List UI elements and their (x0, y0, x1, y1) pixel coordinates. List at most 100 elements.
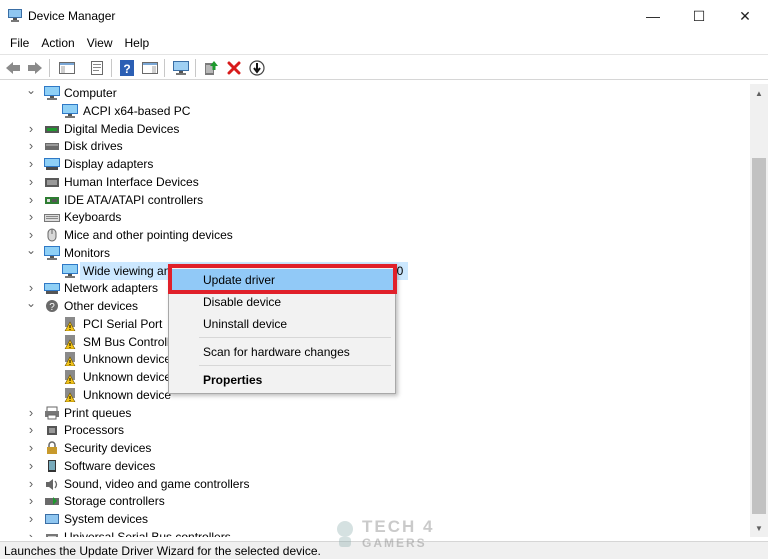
expand-chevron-icon[interactable]: › (26, 477, 36, 490)
expand-chevron-icon[interactable]: › (26, 494, 36, 507)
expand-chevron-icon[interactable]: › (26, 228, 36, 241)
tree-row[interactable]: › Storage controllers (0, 492, 750, 510)
watermark-line2: GAMERS (362, 536, 427, 550)
menu-help[interactable]: Help (119, 36, 156, 50)
tree-row[interactable]: › Print queues (0, 404, 750, 422)
tree-row[interactable]: › Disk drives (0, 137, 750, 155)
collapse-chevron-icon[interactable]: ⌄ (26, 84, 36, 99)
expand-chevron-icon[interactable]: › (26, 122, 36, 135)
svg-text:?: ? (49, 302, 55, 313)
tree-row-label: Digital Media Devices (64, 121, 180, 136)
scroll-up-arrow-icon[interactable]: ▲ (750, 84, 768, 102)
menu-separator (199, 337, 391, 338)
security-device-icon (47, 441, 57, 454)
minimize-button[interactable]: — (630, 0, 676, 32)
tree-row[interactable]: ACPI x64-based PC (0, 102, 750, 120)
scan-hardware-icon[interactable] (172, 59, 190, 77)
toolbar-separator (164, 59, 165, 77)
warning-device-icon (64, 316, 76, 331)
menu-item-disable-device[interactable]: Disable device (171, 291, 393, 313)
scroll-down-arrow-icon[interactable]: ▼ (750, 519, 768, 537)
expand-chevron-icon[interactable]: › (26, 281, 36, 294)
tree-row[interactable]: ⌄ Computer (0, 84, 750, 102)
toolbar-separator (195, 59, 196, 77)
action-pane-icon[interactable] (141, 59, 159, 77)
mouse-icon (47, 228, 57, 242)
keyboard-icon (44, 214, 60, 223)
monitor-icon (44, 245, 60, 260)
tree-row[interactable]: ⌄ Monitors (0, 244, 750, 262)
expand-chevron-icon[interactable]: › (26, 139, 36, 152)
uninstall-icon[interactable] (225, 59, 243, 77)
menu-item-uninstall-device[interactable]: Uninstall device (171, 313, 393, 335)
annotation-highlight-box (168, 264, 397, 294)
network-adapter-icon (44, 283, 60, 295)
warning-device-icon (64, 334, 76, 349)
expand-chevron-icon[interactable]: › (26, 459, 36, 472)
expand-chevron-icon[interactable]: › (26, 512, 36, 525)
collapse-chevron-icon[interactable]: ⌄ (26, 244, 36, 259)
watermark-line1: TECH 4 (362, 517, 435, 536)
sound-icon (46, 478, 58, 490)
tree-row-label: Software devices (64, 458, 156, 473)
show-hide-console-tree-icon[interactable] (58, 59, 76, 77)
toolbar-separator (111, 59, 112, 77)
storage-controller-icon (45, 497, 59, 506)
maximize-button[interactable]: ☐ (676, 0, 722, 32)
properties-icon[interactable] (88, 59, 106, 77)
menu-bar: File Action View Help (0, 32, 768, 54)
expand-chevron-icon[interactable]: › (26, 210, 36, 223)
expand-chevron-icon[interactable]: › (26, 193, 36, 206)
tree-row[interactable]: › Software devices (0, 457, 750, 475)
tree-row[interactable]: › Sound, video and game controllers (0, 475, 750, 493)
back-icon[interactable] (4, 59, 22, 77)
expand-chevron-icon[interactable]: › (26, 441, 36, 454)
tree-row[interactable]: › Human Interface Devices (0, 173, 750, 191)
warning-device-icon (64, 370, 76, 384)
expand-chevron-icon[interactable]: › (26, 530, 36, 537)
update-driver-icon[interactable] (202, 59, 220, 77)
tree-row-label: Wide viewing an (83, 263, 171, 278)
computer-icon (44, 86, 60, 100)
tree-row-label: Security devices (64, 441, 152, 455)
tree-row[interactable]: › Mice and other pointing devices (0, 226, 750, 244)
tree-row-label: Computer (64, 86, 117, 100)
tree-row-label: Monitors (64, 245, 111, 260)
tree-row[interactable]: › Display adapters (0, 155, 750, 173)
scrollbar-thumb[interactable] (752, 158, 766, 514)
expand-chevron-icon[interactable]: › (26, 423, 36, 436)
expand-chevron-icon[interactable]: › (26, 175, 36, 188)
tree-row-label: Unknown device (83, 370, 172, 384)
device-manager-icon (8, 9, 22, 22)
tree-row[interactable]: › Processors (0, 421, 750, 439)
tree-row[interactable]: › Digital Media Devices (0, 120, 750, 138)
media-device-icon (45, 125, 59, 133)
tree-row[interactable]: › IDE ATA/ATAPI controllers (0, 191, 750, 209)
collapse-chevron-icon[interactable]: ⌄ (26, 297, 36, 312)
menu-view[interactable]: View (81, 36, 119, 50)
tree-row[interactable]: › Security devices (0, 439, 750, 457)
tree-row-label: Universal Serial Bus controllers (64, 529, 231, 537)
help-icon[interactable]: ? (118, 59, 136, 77)
tree-row[interactable]: › Keyboards (0, 208, 750, 226)
disk-drive-icon (45, 143, 59, 151)
tree-row-label: SM Bus Controlle (83, 334, 177, 349)
system-device-icon (45, 514, 59, 524)
disable-device-icon[interactable] (248, 59, 266, 77)
tree-row-label: Disk drives (64, 139, 123, 154)
close-button[interactable]: ✕ (722, 0, 768, 32)
expand-chevron-icon[interactable]: › (26, 406, 36, 419)
processor-icon (47, 426, 57, 436)
menu-item-label: Uninstall device (203, 317, 288, 331)
menu-file[interactable]: File (4, 36, 35, 50)
menu-item-scan-hardware[interactable]: Scan for hardware changes (171, 341, 393, 363)
tree-row-label: Display adapters (64, 157, 154, 171)
forward-icon[interactable] (26, 59, 44, 77)
menu-item-properties[interactable]: Properties (171, 369, 393, 391)
tree-row-label: IDE ATA/ATAPI controllers (64, 192, 204, 207)
tree-row-label: System devices (64, 512, 149, 526)
menu-action[interactable]: Action (35, 36, 80, 50)
vertical-scrollbar[interactable]: ▲ ▼ (750, 84, 768, 537)
expand-chevron-icon[interactable]: › (26, 157, 36, 170)
tree-row-label: Print queues (64, 405, 132, 420)
